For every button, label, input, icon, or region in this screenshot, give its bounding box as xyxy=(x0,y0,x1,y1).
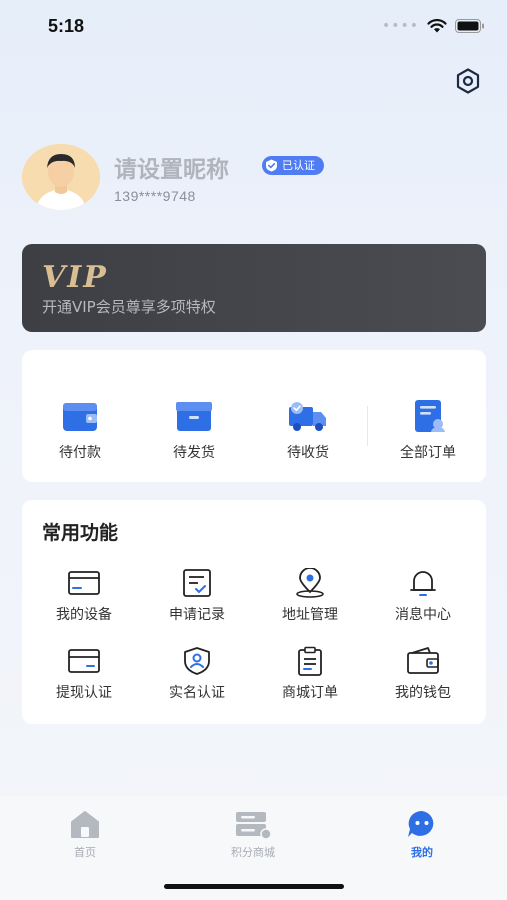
func-withdrawal-verification[interactable]: 提现认证 xyxy=(29,646,139,702)
verified-check-icon xyxy=(266,159,277,172)
func-my-wallet-label: 我的钱包 xyxy=(395,685,451,701)
card-icon xyxy=(68,649,100,673)
settings-hexagon-icon xyxy=(456,68,480,94)
home-icon xyxy=(71,811,99,838)
settings-button[interactable] xyxy=(451,64,485,98)
avatar[interactable] xyxy=(22,144,100,210)
order-all-label: 全部订单 xyxy=(400,445,456,461)
orders-card: 待付款 待发货 待收货 全部订单 xyxy=(22,350,486,482)
avatar-person-icon xyxy=(22,144,100,210)
order-pending-shipment-label: 待发货 xyxy=(173,445,215,461)
home-indicator xyxy=(164,884,344,889)
status-icons: •••• xyxy=(382,18,485,34)
func-real-name-verification[interactable]: 实名认证 xyxy=(142,646,252,702)
func-application-records-label: 申请记录 xyxy=(169,607,225,623)
signal-dots-icon: •••• xyxy=(381,18,419,34)
order-pending-payment-label: 待付款 xyxy=(59,445,101,461)
func-address-management[interactable]: 地址管理 xyxy=(255,568,365,624)
status-bar: 5:18 •••• xyxy=(0,0,507,54)
tab-points-mall[interactable]: 积分商城 xyxy=(198,806,308,860)
func-withdrawal-verification-label: 提现认证 xyxy=(56,685,112,701)
tab-mine[interactable]: 我的 xyxy=(367,806,477,860)
nickname[interactable]: 请设置昵称 xyxy=(114,150,229,184)
tab-home-label: 首页 xyxy=(74,846,96,859)
status-time: 5:18 xyxy=(48,16,85,36)
func-application-records[interactable]: 申请记录 xyxy=(142,568,252,624)
bell-icon xyxy=(410,571,436,596)
clipboard-icon xyxy=(298,646,322,676)
orders-divider xyxy=(367,406,368,446)
tab-mine-label: 我的 xyxy=(411,846,433,859)
location-icon xyxy=(296,568,324,598)
profile-bubble-icon xyxy=(408,810,434,837)
func-address-management-label: 地址管理 xyxy=(282,607,338,623)
truck-icon xyxy=(289,402,326,431)
tab-points-mall-label: 积分商城 xyxy=(231,846,275,859)
func-my-devices-label: 我的设备 xyxy=(56,607,112,623)
box-icon xyxy=(176,402,212,431)
profile-header[interactable]: 请设置昵称 已认证 139****9748 xyxy=(22,144,492,212)
battery-icon xyxy=(455,19,484,33)
func-message-center[interactable]: 消息中心 xyxy=(368,568,478,624)
record-icon xyxy=(183,569,211,597)
store-icon xyxy=(236,812,272,840)
func-mall-orders-label: 商城订单 xyxy=(282,685,338,701)
func-my-wallet[interactable]: 我的钱包 xyxy=(368,646,478,702)
order-pending-receipt-label: 待收货 xyxy=(287,445,329,461)
common-functions-title: 常用功能 xyxy=(42,522,119,544)
common-functions-card: 常用功能 我的设备 申请记录 地址管理 消息中心 提现认证 实名认证 商城订单 … xyxy=(22,500,486,724)
vip-description: 开通VIP会员尊享多项特权 xyxy=(42,298,216,316)
vip-banner[interactable]: VIP 开通VIP会员尊享多项特权 xyxy=(22,244,486,332)
device-icon xyxy=(68,571,100,595)
verified-badge: 已认证 xyxy=(262,156,324,175)
phone-number: 139****9748 xyxy=(114,188,196,204)
orders-list-icon xyxy=(415,400,445,432)
func-mall-orders[interactable]: 商城订单 xyxy=(255,646,365,702)
wifi-icon xyxy=(427,19,447,33)
shield-user-icon xyxy=(184,647,210,675)
wallet-icon xyxy=(63,403,97,431)
order-pending-shipment[interactable]: 待发货 xyxy=(144,398,244,462)
func-real-name-verification-label: 实名认证 xyxy=(169,685,225,701)
order-all[interactable]: 全部订单 xyxy=(378,398,478,462)
verified-badge-label: 已认证 xyxy=(282,159,315,172)
order-pending-receipt[interactable]: 待收货 xyxy=(258,398,358,462)
tab-home[interactable]: 首页 xyxy=(30,806,140,860)
order-pending-payment[interactable]: 待付款 xyxy=(30,398,130,462)
func-my-devices[interactable]: 我的设备 xyxy=(29,568,139,624)
vip-logo: VIP xyxy=(42,260,108,295)
wallet-outline-icon xyxy=(407,647,439,674)
func-message-center-label: 消息中心 xyxy=(395,607,451,623)
